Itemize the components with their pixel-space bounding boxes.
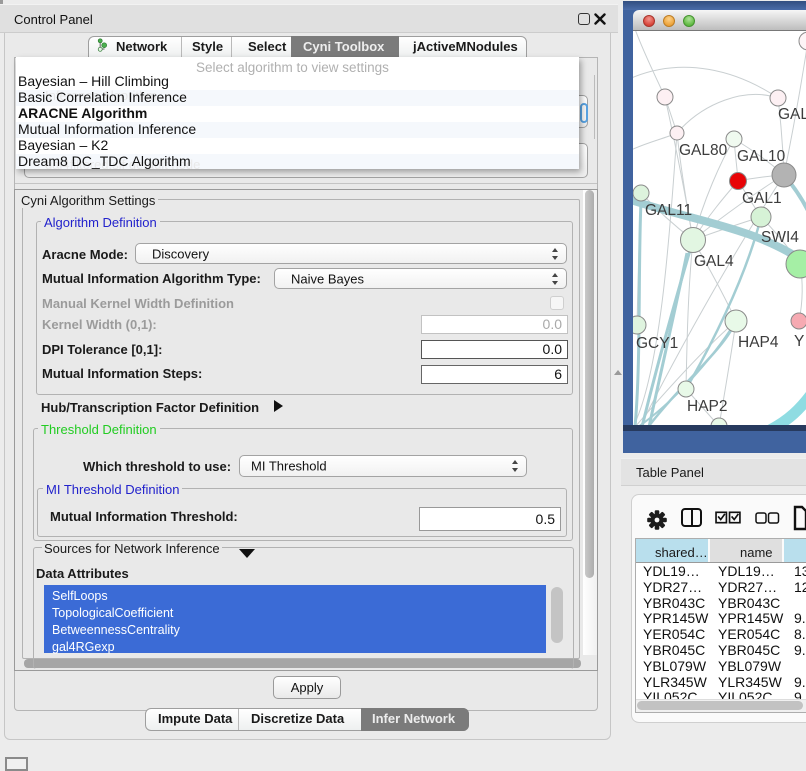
svg-text:GAL11: GAL11 bbox=[645, 202, 692, 219]
svg-text:GCY1: GCY1 bbox=[636, 335, 678, 352]
svg-text:HAP4: HAP4 bbox=[738, 334, 779, 351]
svg-text:GAL10: GAL10 bbox=[737, 148, 786, 165]
svg-text:HAP2: HAP2 bbox=[687, 398, 728, 415]
svg-text:SWI4: SWI4 bbox=[761, 229, 799, 246]
svg-text:GAL80: GAL80 bbox=[679, 142, 728, 159]
svg-text:Y: Y bbox=[794, 333, 804, 350]
svg-text:GAL: GAL bbox=[778, 106, 806, 123]
svg-text:GAL1: GAL1 bbox=[742, 190, 782, 207]
svg-text:GAL4: GAL4 bbox=[694, 253, 734, 270]
